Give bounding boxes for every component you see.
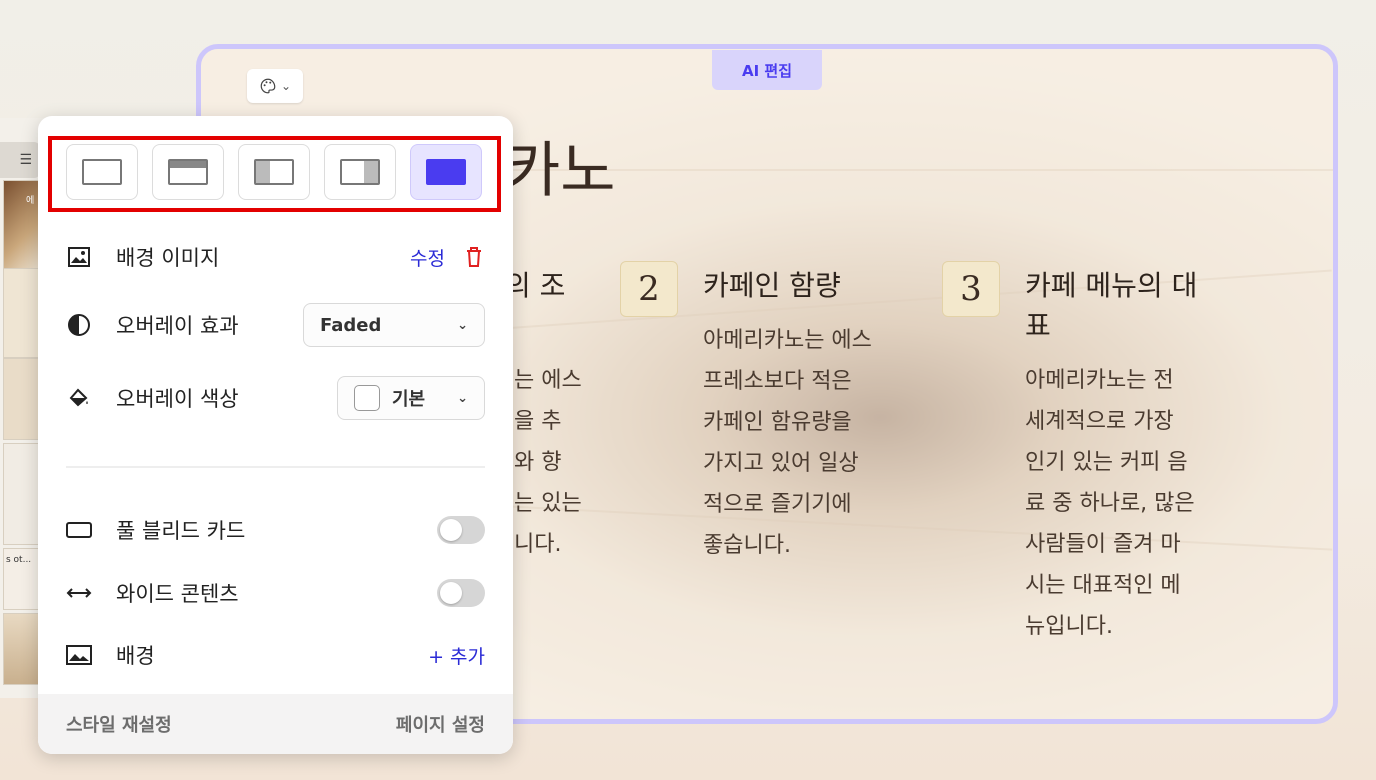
body-line: 가지고 있어 일상 xyxy=(703,451,859,476)
ai-edit-tab[interactable]: AI 편집 xyxy=(712,50,822,90)
layout-full-bleed-icon xyxy=(426,159,466,185)
slide-thumbnail[interactable] xyxy=(3,443,43,545)
layout-blank-icon xyxy=(82,159,122,185)
body-line: 프레소보다 적은 xyxy=(703,369,852,394)
number-badge: 3 xyxy=(942,261,1000,317)
chevron-down-icon: ⌄ xyxy=(457,390,468,406)
full-bleed-card-row: 풀 블리드 카드 xyxy=(66,508,485,552)
column-title[interactable]: 카페 메뉴의 대 표 xyxy=(1025,266,1197,346)
slide-title[interactable]: 카노 xyxy=(505,122,615,209)
body-line: 아메리카노는 전 xyxy=(1025,368,1174,393)
panel-footer: 스타일 재설정 페이지 설정 xyxy=(38,694,513,754)
full-bleed-card-toggle[interactable] xyxy=(437,516,485,544)
list-view-icon[interactable]: ☰ xyxy=(0,142,40,178)
slide-thumbnail[interactable]: s ot... xyxy=(3,548,43,610)
body-line: 는 있는 xyxy=(514,491,582,516)
slide-thumbnail[interactable]: 에 xyxy=(3,180,43,270)
body-line: 세계적으로 가장 xyxy=(1025,409,1174,434)
layout-left-image-icon xyxy=(254,159,294,185)
title-line: 카페 메뉴의 대 xyxy=(1025,269,1198,302)
column-body[interactable]: 아메리카노는 에스 프레소보다 적은 카페인 함유량을 가지고 있어 일상 적으… xyxy=(703,320,872,566)
body-line: 좋습니다. xyxy=(703,533,791,558)
overlay-effect-select[interactable]: Faded ⌄ xyxy=(303,303,485,347)
body-line: 을 추 xyxy=(514,409,562,434)
page-settings-button[interactable]: 페이지 설정 xyxy=(396,711,485,737)
slide-thumbnail[interactable] xyxy=(3,268,43,358)
body-line: 아메리카노는 에스 xyxy=(703,328,872,353)
overlay-effect-value: Faded xyxy=(320,314,382,336)
overlay-color-row: 오버레이 색상 기본 ⌄ xyxy=(66,376,485,420)
overlay-color-label: 오버레이 색상 xyxy=(116,387,239,411)
layout-full-bleed-button[interactable] xyxy=(410,144,482,200)
body-line: 시는 대표적인 메 xyxy=(1025,573,1181,598)
body-line: 사람들이 즐겨 마 xyxy=(1025,532,1181,557)
body-line: 적으로 즐기기에 xyxy=(703,492,852,517)
body-line: 인기 있는 커피 음 xyxy=(1025,450,1188,475)
theme-palette-button[interactable]: ⌄ xyxy=(247,69,303,103)
slide-thumbnail[interactable] xyxy=(3,613,43,685)
thumbnail-text: 에 xyxy=(26,196,35,206)
palette-icon xyxy=(260,78,276,94)
contrast-icon xyxy=(66,312,92,338)
chevron-down-icon: ⌄ xyxy=(280,79,292,93)
background-image-label: 배경 이미지 xyxy=(116,246,220,270)
layout-right-image-icon xyxy=(340,159,380,185)
layout-left-image-button[interactable] xyxy=(238,144,310,200)
reset-style-button[interactable]: 스타일 재설정 xyxy=(66,711,172,737)
horizontal-arrows-icon xyxy=(66,580,92,606)
body-line: 뉴입니다. xyxy=(1025,614,1113,639)
overlay-color-value: 기본 xyxy=(392,389,426,410)
card-outline-icon xyxy=(66,517,92,543)
color-swatch xyxy=(354,385,380,411)
column-title[interactable]: 의 조 xyxy=(505,266,565,306)
body-line: 는 에스 xyxy=(514,368,582,393)
paint-bucket-icon xyxy=(66,385,92,411)
number-badge: 2 xyxy=(620,261,678,317)
add-background-link[interactable]: + 추가 xyxy=(428,642,485,669)
background-image-icon xyxy=(66,642,92,668)
layout-top-banner-button[interactable] xyxy=(152,144,224,200)
body-line: 니다. xyxy=(514,532,562,557)
layout-blank-button[interactable] xyxy=(66,144,138,200)
background-label: 배경 xyxy=(116,644,155,668)
column-body[interactable]: 아메리카노는 전 세계적으로 가장 인기 있는 커피 음 료 중 하나로, 많은… xyxy=(1025,360,1195,647)
body-line: 료 중 하나로, 많은 xyxy=(1025,491,1195,516)
edit-background-link[interactable]: 수정 xyxy=(410,244,445,271)
background-image-row: 배경 이미지 수정 xyxy=(66,235,485,279)
trash-icon[interactable] xyxy=(463,245,485,269)
thumbnail-text: s ot... xyxy=(6,555,32,565)
body-line: 와 향 xyxy=(514,450,562,475)
wide-content-row: 와이드 콘텐츠 xyxy=(66,571,485,615)
body-line: 카페인 함유량을 xyxy=(703,410,852,435)
image-icon xyxy=(66,244,92,270)
card-style-panel: 배경 이미지 수정 오버레이 효과 Faded ⌄ 오버레이 색상 기본 ⌄ 풀… xyxy=(38,116,513,754)
overlay-effect-row: 오버레이 효과 Faded ⌄ xyxy=(66,303,485,347)
slide-thumbnail[interactable] xyxy=(3,358,43,440)
chevron-down-icon: ⌄ xyxy=(457,317,468,333)
layout-top-banner-icon xyxy=(168,159,208,185)
wide-content-toggle[interactable] xyxy=(437,579,485,607)
overlay-effect-label: 오버레이 효과 xyxy=(116,314,239,338)
layout-right-image-button[interactable] xyxy=(324,144,396,200)
panel-divider xyxy=(66,466,485,468)
title-line: 표 xyxy=(1025,309,1051,342)
wide-content-label: 와이드 콘텐츠 xyxy=(116,582,239,606)
column-body[interactable]: 는 에스 을 추 와 향 는 있는 니다. xyxy=(514,360,582,565)
column-title[interactable]: 카페인 함량 xyxy=(703,266,841,306)
background-row: 배경 + 추가 xyxy=(66,633,485,677)
full-bleed-card-label: 풀 블리드 카드 xyxy=(116,519,246,543)
overlay-color-select[interactable]: 기본 ⌄ xyxy=(337,376,485,420)
